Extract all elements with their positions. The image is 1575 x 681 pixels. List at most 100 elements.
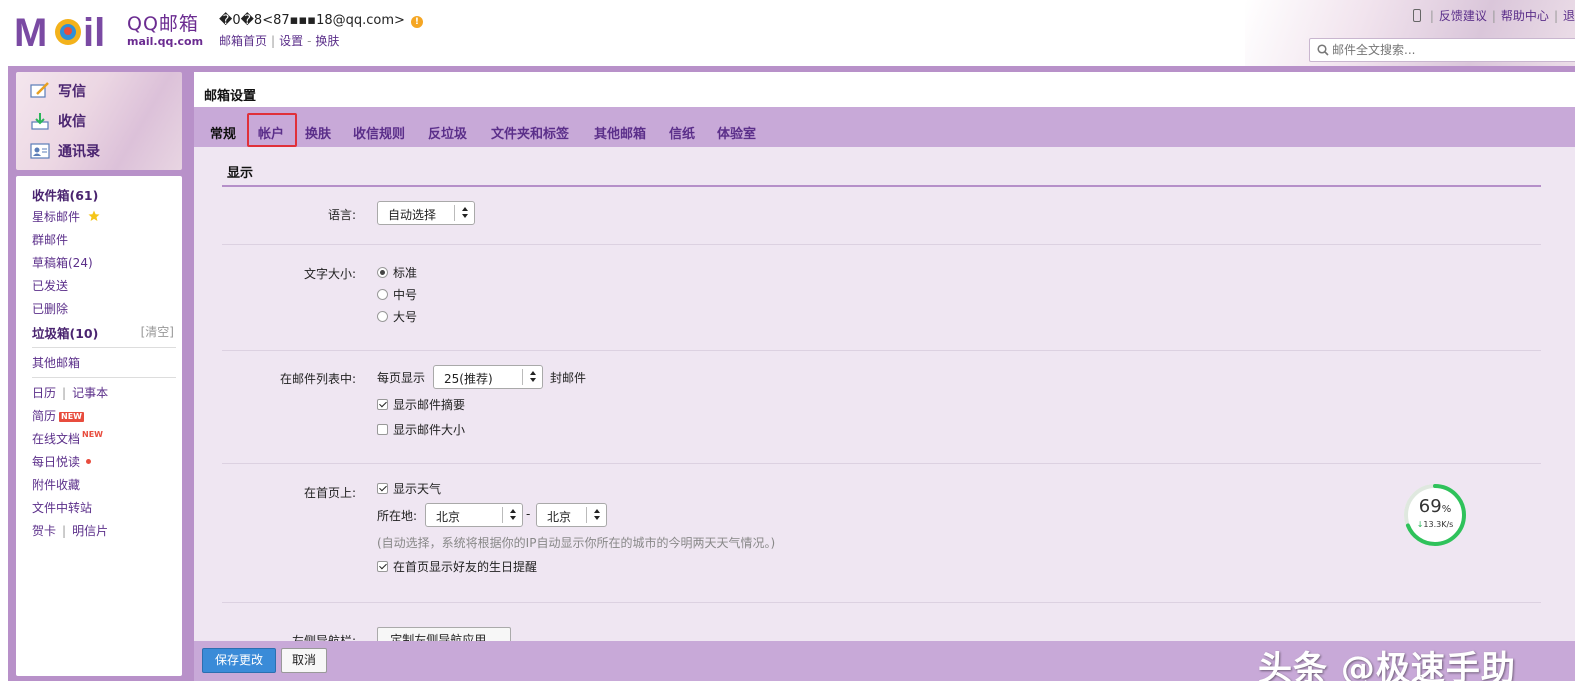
- contacts-icon: [30, 143, 50, 159]
- checkbox-show-weather[interactable]: [377, 483, 388, 494]
- row-divider: [222, 350, 1541, 351]
- tab-receive-rules[interactable]: 收信规则: [353, 123, 405, 142]
- birthday-reminder-label: 在首页显示好友的生日提醒: [393, 560, 538, 574]
- folder-starred-label: 星标邮件: [32, 210, 81, 224]
- link-notepad[interactable]: 记事本: [72, 386, 108, 400]
- link-settings[interactable]: 设置: [279, 34, 303, 48]
- folder-inbox[interactable]: 收件箱(61): [32, 185, 98, 204]
- separator: |: [62, 386, 67, 400]
- search-input[interactable]: [1332, 41, 1572, 59]
- checkbox-birthday-reminder[interactable]: [377, 561, 388, 572]
- cancel-button[interactable]: 取消: [281, 648, 327, 673]
- new-badge: NEW: [82, 430, 103, 439]
- link-resume[interactable]: 简历 NEW: [32, 407, 84, 424]
- folder-other-mail[interactable]: 其他邮箱: [32, 354, 80, 371]
- folder-drafts[interactable]: 草稿箱(24): [32, 254, 93, 271]
- tab-general[interactable]: 常规: [210, 123, 236, 142]
- user-links: 邮箱首页 | 设置 - 换肤: [219, 32, 339, 49]
- tab-skin[interactable]: 换肤: [305, 123, 331, 142]
- tab-folders-labels[interactable]: 文件夹和标签: [491, 123, 569, 142]
- mail-logo-icon[interactable]: M il: [14, 10, 126, 50]
- tab-lab[interactable]: 体验室: [717, 123, 756, 142]
- receive-button[interactable]: 收信: [30, 110, 86, 132]
- separator: |: [1429, 9, 1434, 23]
- link-calendar[interactable]: 日历: [32, 386, 56, 400]
- compose-button[interactable]: 写信: [30, 80, 86, 102]
- link-feedback[interactable]: 反馈建议: [1439, 9, 1487, 23]
- link-file-transfer[interactable]: 文件中转站: [32, 499, 92, 516]
- radio-font-large[interactable]: [377, 311, 388, 322]
- province-value: 北京: [436, 510, 461, 524]
- folder-starred[interactable]: 星标邮件: [32, 208, 100, 225]
- save-button[interactable]: 保存更改: [202, 648, 276, 673]
- phone-icon[interactable]: [1412, 9, 1421, 22]
- settings-tabs: 常规 帐户 换肤 收信规则 反垃圾 文件夹和标签 其他邮箱 信纸 体验室: [194, 107, 1575, 147]
- province-select[interactable]: 北京: [425, 503, 523, 527]
- logo-brand: QQ邮箱: [127, 13, 199, 35]
- contacts-button[interactable]: 通讯录: [30, 140, 100, 162]
- radio-font-standard[interactable]: [377, 267, 388, 278]
- weather-hint: (自动选择，系统将根据你的IP自动显示你所在的城市的今明两天天气情况。): [377, 536, 776, 550]
- settings-panel: 邮箱设置 常规 帐户 换肤 收信规则 反垃圾 文件夹和标签 其他邮箱 信纸 体验…: [194, 72, 1575, 681]
- speed-rate: ↓13.3K/s: [1416, 520, 1454, 529]
- tab-anti-spam[interactable]: 反垃圾: [428, 123, 467, 142]
- tab-other-mail[interactable]: 其他邮箱: [594, 123, 646, 142]
- link-attachments[interactable]: 附件收藏: [32, 476, 80, 493]
- search-icon[interactable]: [1317, 44, 1329, 56]
- warning-icon[interactable]: !: [410, 16, 423, 28]
- show-size-label: 显示邮件大小: [393, 423, 466, 437]
- font-large-label: 大号: [393, 310, 418, 324]
- link-mail-home[interactable]: 邮箱首页: [219, 34, 267, 48]
- select-arrows-icon: [454, 205, 474, 221]
- folder-spam[interactable]: 垃圾箱(10): [32, 323, 98, 342]
- settings-content: 显示 语言: 自动选择 文字大小: 标准 中号 大号 在邮件列表中: 每页显示 …: [194, 147, 1575, 641]
- link-daily-read[interactable]: 每日悦读: [32, 453, 92, 470]
- new-badge: NEW: [59, 412, 84, 422]
- radio-font-medium[interactable]: [377, 289, 388, 300]
- calendar-notepad-row: 日历 | 记事本: [32, 384, 108, 401]
- per-page-select[interactable]: 25(推荐): [433, 365, 543, 389]
- tab-stationery[interactable]: 信纸: [669, 123, 695, 142]
- location-dash: -: [526, 507, 531, 521]
- link-online-docs[interactable]: 在线文档 NEW: [32, 430, 103, 447]
- select-arrows-icon: [586, 507, 606, 523]
- mail-list-label: 在邮件列表中:: [279, 372, 356, 386]
- folder-group[interactable]: 群邮件: [32, 231, 68, 248]
- link-skin[interactable]: 换肤: [315, 34, 339, 48]
- section-divider: [222, 185, 1541, 187]
- logo-text: QQ邮箱 mail.qq.com: [127, 13, 203, 49]
- svg-text:il: il: [83, 11, 105, 50]
- checkbox-show-size[interactable]: [377, 424, 388, 435]
- select-arrows-icon: [522, 369, 542, 385]
- link-exit[interactable]: 退: [1563, 9, 1575, 23]
- per-page-value: 25(推荐): [444, 372, 493, 386]
- top-header: M il QQ邮箱 mail.qq.com �0�8<87▪▪▪18@qq.co…: [0, 0, 1575, 66]
- online-docs-label: 在线文档: [32, 432, 81, 446]
- star-icon: [88, 210, 100, 221]
- quick-actions-panel: 写信 收信 通讯录: [16, 72, 182, 170]
- left-nav-label: 左侧导航栏:: [291, 634, 356, 641]
- language-label: 语言:: [327, 208, 356, 222]
- folder-deleted[interactable]: 已删除: [32, 300, 68, 317]
- row-divider: [222, 244, 1541, 245]
- customize-left-nav-button[interactable]: 定制左侧导航应用...: [377, 627, 511, 641]
- page-title: 邮箱设置: [204, 89, 257, 104]
- speed-percent: 69%: [1418, 496, 1452, 517]
- resume-label: 简历: [32, 409, 57, 423]
- link-greeting-card[interactable]: 贺卡: [32, 524, 56, 538]
- checkbox-show-summary[interactable]: [377, 399, 388, 410]
- folder-sent[interactable]: 已发送: [32, 277, 68, 294]
- network-speed-widget[interactable]: 69% ↓13.3K/s: [1402, 482, 1468, 548]
- unread-dot-icon: [86, 459, 92, 464]
- link-postcard[interactable]: 明信片: [72, 524, 108, 538]
- select-arrows-icon: [502, 507, 522, 523]
- separator: |: [62, 524, 67, 538]
- font-standard-label: 标准: [393, 266, 418, 280]
- language-select[interactable]: 自动选择: [377, 201, 475, 225]
- row-divider: [222, 602, 1541, 603]
- link-help[interactable]: 帮助中心: [1501, 9, 1549, 23]
- language-value: 自动选择: [388, 208, 437, 222]
- spam-clear-link[interactable]: [清空]: [141, 323, 174, 340]
- homepage-label: 在首页上:: [303, 486, 356, 500]
- city-select[interactable]: 北京: [536, 503, 607, 527]
